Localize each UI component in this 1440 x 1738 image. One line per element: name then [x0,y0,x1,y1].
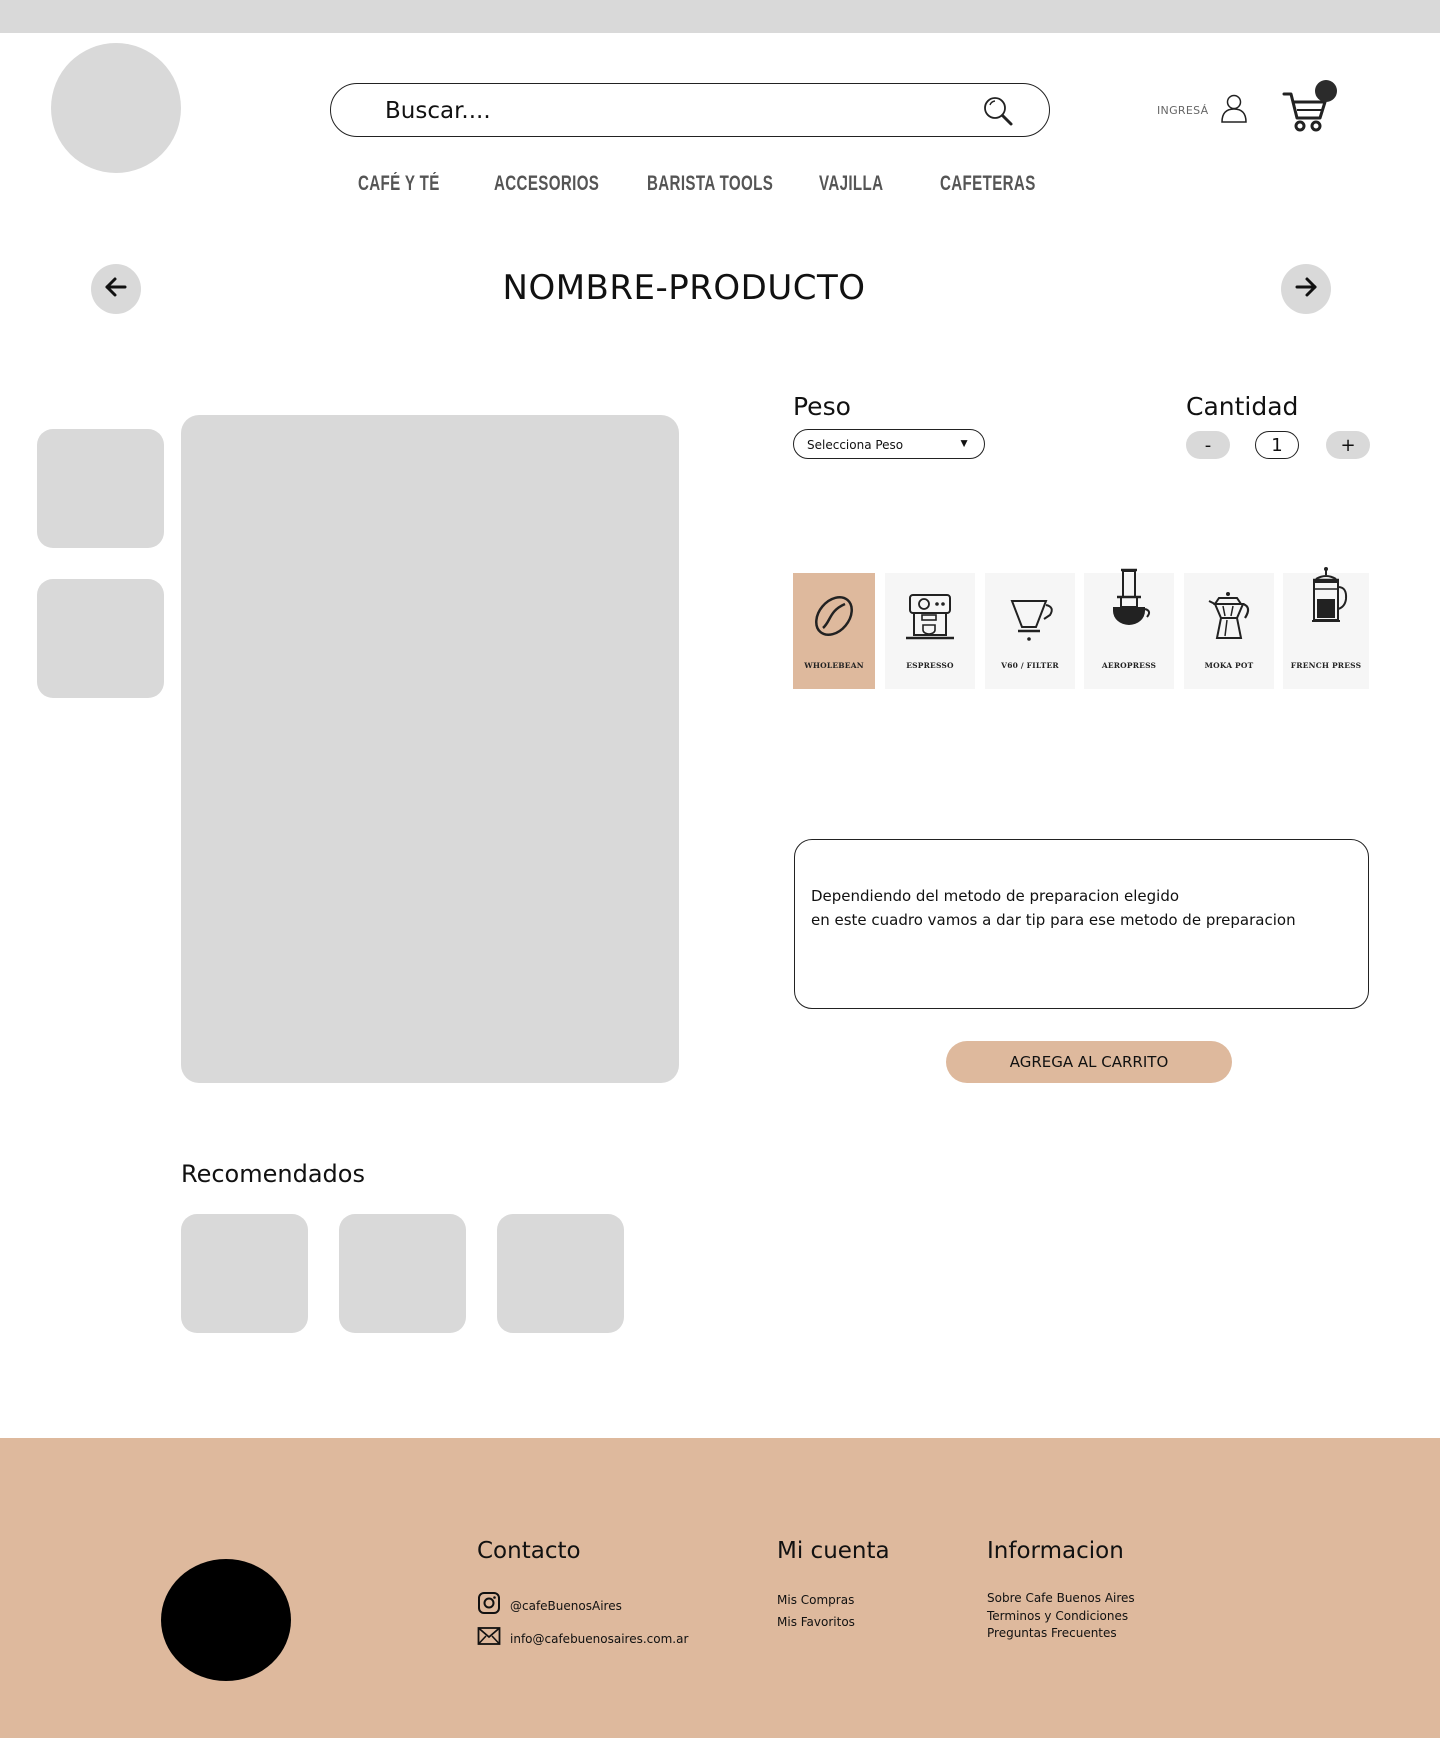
footer-informacion-links: Sobre Cafe Buenos Aires Terminos y Condi… [987,1590,1135,1643]
top-bar [0,0,1440,33]
tip-box: Dependiendo del metodo de preparacion el… [794,839,1369,1009]
method-label: AEROPRESS [1101,661,1157,670]
search-input[interactable] [383,94,947,128]
add-to-cart-button[interactable]: AGREGA AL CARRITO [946,1041,1232,1083]
email-link[interactable]: info@cafebuenosaires.com.ar [477,1626,688,1651]
cart-button[interactable] [1282,80,1338,132]
search-icon[interactable] [981,94,1015,128]
footer-logo[interactable] [161,1559,291,1681]
peso-select-value: Selecciona Peso [807,438,904,452]
method-moka-pot[interactable]: MOKA POT [1184,573,1274,689]
instagram-icon [477,1591,501,1620]
footer-link-preguntas[interactable]: Preguntas Frecuentes [987,1625,1135,1643]
arrow-left-icon [103,274,129,305]
instagram-handle: @cafeBuenosAires [510,1598,622,1613]
recommended-product-card[interactable] [497,1214,624,1333]
footer-link-sobre[interactable]: Sobre Cafe Buenos Aires [987,1590,1135,1608]
recommended-product-card[interactable] [339,1214,466,1333]
nav-item-barista-tools[interactable]: BARISTA TOOLS [647,172,773,196]
method-label: WHOLEBEAN [804,661,864,670]
nav-item-cafeteras[interactable]: CAFETERAS [940,172,1036,196]
quantity-decrease-button[interactable]: - [1186,431,1230,459]
thumbnail-image[interactable] [37,429,164,548]
footer-contacto-title: Contacto [477,1538,581,1564]
arrow-right-icon [1293,274,1319,305]
footer-mi-cuenta-title: Mi cuenta [777,1538,890,1564]
method-french-press[interactable]: FRENCH PRESS [1283,567,1369,689]
peso-label: Peso [793,392,851,421]
login-label: INGRESÁ [1157,104,1209,117]
moka-pot-icon [1201,573,1257,650]
espresso-machine-icon [902,573,958,650]
method-label: FRENCH PRESS [1290,661,1362,670]
nav-item-vajilla[interactable]: VAJILLA [819,172,883,196]
peso-select[interactable]: Selecciona Peso ▼ [793,429,985,459]
quantity-input[interactable] [1255,431,1299,459]
coffee-bean-icon [809,573,859,646]
recommended-product-card[interactable] [181,1214,308,1333]
method-espresso[interactable]: ESPRESSO [885,573,975,689]
search-bar [330,83,1050,137]
quantity-increase-button[interactable]: + [1326,431,1370,459]
footer-mi-cuenta-links: Mis Compras Mis Favoritos [777,1590,855,1633]
method-label: ESPRESSO [906,661,954,670]
method-label: V60 / FILTER [1001,661,1059,670]
footer-link-terminos[interactable]: Terminos y Condiciones [987,1608,1135,1626]
next-product-button[interactable] [1281,264,1331,314]
nav-item-accesorios[interactable]: ACCESORIOS [494,172,599,196]
footer-informacion-title: Informacion [987,1538,1124,1564]
tip-text: Dependiendo del metodo de preparacion el… [811,887,1296,929]
product-image [181,415,679,1083]
pour-over-icon [1002,573,1058,650]
caret-down-icon: ▼ [958,436,970,450]
login-link[interactable]: INGRESÁ [1157,93,1248,128]
method-label: MOKA POT [1204,661,1254,670]
logo[interactable] [51,43,181,173]
main-nav: CAFÉ Y TÉ ACCESORIOS BARISTA TOOLS VAJIL… [330,172,1050,206]
method-wholebean[interactable]: WHOLEBEAN [793,573,875,689]
aeropress-icon [1101,568,1157,632]
user-icon [1220,93,1248,128]
recomendados-title: Recomendados [181,1160,365,1188]
method-v60-filter[interactable]: V60 / FILTER [985,573,1075,689]
footer-link-mis-favoritos[interactable]: Mis Favoritos [777,1612,855,1634]
email-address: info@cafebuenosaires.com.ar [510,1631,689,1646]
prev-product-button[interactable] [91,264,141,314]
thumbnail-image[interactable] [37,579,164,698]
footer-link-mis-compras[interactable]: Mis Compras [777,1590,855,1612]
mail-icon [477,1626,501,1651]
french-press-icon [1298,567,1354,632]
nav-item-cafe-y-te[interactable]: CAFÉ Y TÉ [358,172,440,196]
page-title: NOMBRE-PRODUCTO [502,268,866,308]
instagram-link[interactable]: @cafeBuenosAires [477,1591,622,1620]
cart-badge [1315,80,1337,102]
method-aeropress[interactable]: AEROPRESS [1084,568,1174,689]
cantidad-label: Cantidad [1186,392,1299,421]
